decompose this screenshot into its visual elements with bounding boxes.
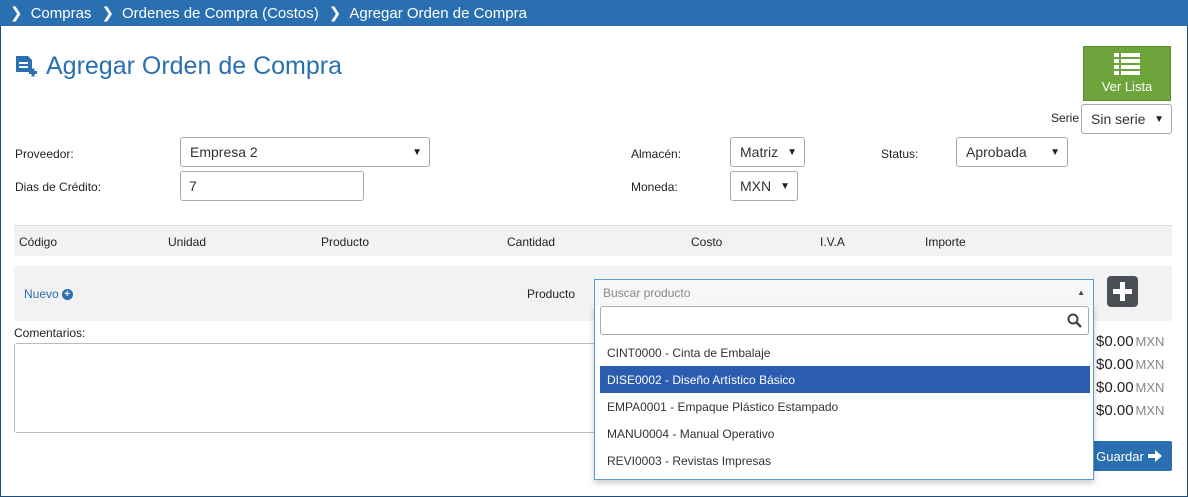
- ver-lista-label: Ver Lista: [1101, 79, 1153, 94]
- almacen-select[interactable]: Matriz ▼: [730, 137, 805, 167]
- total-currency: MXN: [1135, 334, 1165, 349]
- table-header: Código Unidad Producto Cantidad Costo I.…: [14, 225, 1172, 256]
- page-title-text: Agregar Orden de Compra: [46, 52, 342, 80]
- guardar-button[interactable]: Guardar: [1086, 441, 1172, 471]
- col-costo: Costo: [691, 235, 723, 249]
- dias-credito-input[interactable]: 7: [180, 171, 364, 201]
- chevron-right-icon: ❯: [10, 5, 23, 22]
- serie-label: Serie: [1051, 111, 1080, 125]
- total-amount: $0.00: [1096, 333, 1134, 350]
- search-icon: [1067, 313, 1082, 328]
- total-line: $0.00 MXN: [1096, 402, 1164, 419]
- dropdown-option[interactable]: MANU0004 - Manual Operativo: [600, 420, 1090, 447]
- total-line: $0.00 MXN: [1096, 356, 1164, 373]
- chevron-right-icon: ❯: [101, 5, 115, 22]
- arrow-right-icon: [1147, 450, 1162, 462]
- producto-label: Producto: [527, 287, 576, 301]
- nuevo-link[interactable]: Nuevo +: [24, 287, 73, 301]
- serie-select[interactable]: Sin serie ▼: [1081, 104, 1172, 134]
- comentarios-textarea[interactable]: [14, 343, 604, 433]
- total-line: $0.00 MXN: [1096, 333, 1164, 350]
- caret-up-icon: ▲: [1077, 288, 1085, 297]
- dropdown-search-input[interactable]: [600, 306, 1089, 335]
- moneda-select[interactable]: MXN ▼: [730, 171, 798, 201]
- proveedor-select[interactable]: Empresa 2 ▼: [180, 137, 430, 167]
- list-icon: [1114, 53, 1140, 75]
- comentarios-label: Comentarios:: [14, 326, 86, 340]
- dropdown-option[interactable]: CINT0000 - Cinta de Embalaje: [600, 339, 1090, 366]
- almacen-label: Almacén:: [631, 147, 682, 161]
- caret-down-icon: ▼: [412, 147, 422, 158]
- status-label: Status:: [881, 147, 919, 161]
- ver-lista-button[interactable]: Ver Lista: [1083, 46, 1171, 101]
- breadcrumb-ordenes[interactable]: Ordenes de Compra (Costos): [122, 5, 319, 22]
- status-select[interactable]: Aprobada ▼: [956, 137, 1068, 167]
- page-title: Agregar Orden de Compra: [14, 52, 342, 81]
- total-amount: $0.00: [1096, 356, 1134, 373]
- dropdown-option-highlighted[interactable]: DISE0002 - Diseño Artístico Básico: [600, 366, 1090, 393]
- total-currency: MXN: [1135, 403, 1165, 418]
- status-value: Aprobada: [966, 144, 1027, 160]
- caret-down-icon: ▼: [1154, 114, 1164, 125]
- col-unidad: Unidad: [168, 235, 207, 249]
- dias-credito-value: 7: [189, 178, 197, 194]
- total-amount: $0.00: [1096, 402, 1134, 419]
- breadcrumb: ❯ Compras ❯ Ordenes de Compra (Costos) ❯…: [0, 0, 1188, 26]
- moneda-label: Moneda:: [631, 180, 678, 194]
- col-producto: Producto: [321, 235, 370, 249]
- producto-placeholder: Buscar producto: [603, 285, 691, 300]
- almacen-value: Matriz: [740, 144, 779, 160]
- total-amount: $0.00: [1096, 379, 1134, 396]
- plus-circle-icon: +: [61, 288, 73, 300]
- total-currency: MXN: [1135, 380, 1165, 395]
- serie-value: Sin serie: [1091, 111, 1146, 127]
- dropdown-option[interactable]: EMPA0001 - Empaque Plástico Estampado: [600, 393, 1090, 420]
- dropdown-option[interactable]: REVI0003 - Revistas Impresas: [600, 447, 1090, 474]
- total-line: $0.00 MXN: [1096, 379, 1164, 396]
- moneda-value: MXN: [740, 178, 772, 194]
- breadcrumb-current: Agregar Orden de Compra: [349, 4, 527, 22]
- chevron-right-icon: ❯: [328, 5, 342, 22]
- total-currency: MXN: [1135, 357, 1165, 372]
- dias-credito-label: Dias de Crédito:: [15, 180, 102, 194]
- producto-dropdown: CINT0000 - Cinta de Embalaje DISE0002 - …: [594, 305, 1094, 480]
- proveedor-label: Proveedor:: [15, 147, 74, 161]
- col-iva: I.V.A: [820, 235, 845, 249]
- add-item-button[interactable]: [1107, 276, 1138, 307]
- col-codigo: Código: [19, 235, 58, 249]
- add-document-icon: [16, 55, 37, 76]
- col-cantidad: Cantidad: [507, 235, 556, 249]
- caret-down-icon: ▼: [787, 147, 797, 158]
- guardar-label: Guardar: [1096, 448, 1144, 464]
- col-importe: Importe: [925, 235, 966, 249]
- producto-select[interactable]: Buscar producto ▲: [594, 279, 1094, 306]
- caret-down-icon: ▼: [780, 181, 790, 192]
- proveedor-value: Empresa 2: [190, 144, 258, 160]
- breadcrumb-compras[interactable]: Compras: [31, 5, 92, 22]
- caret-down-icon: ▼: [1050, 147, 1060, 158]
- nuevo-label: Nuevo: [24, 287, 59, 301]
